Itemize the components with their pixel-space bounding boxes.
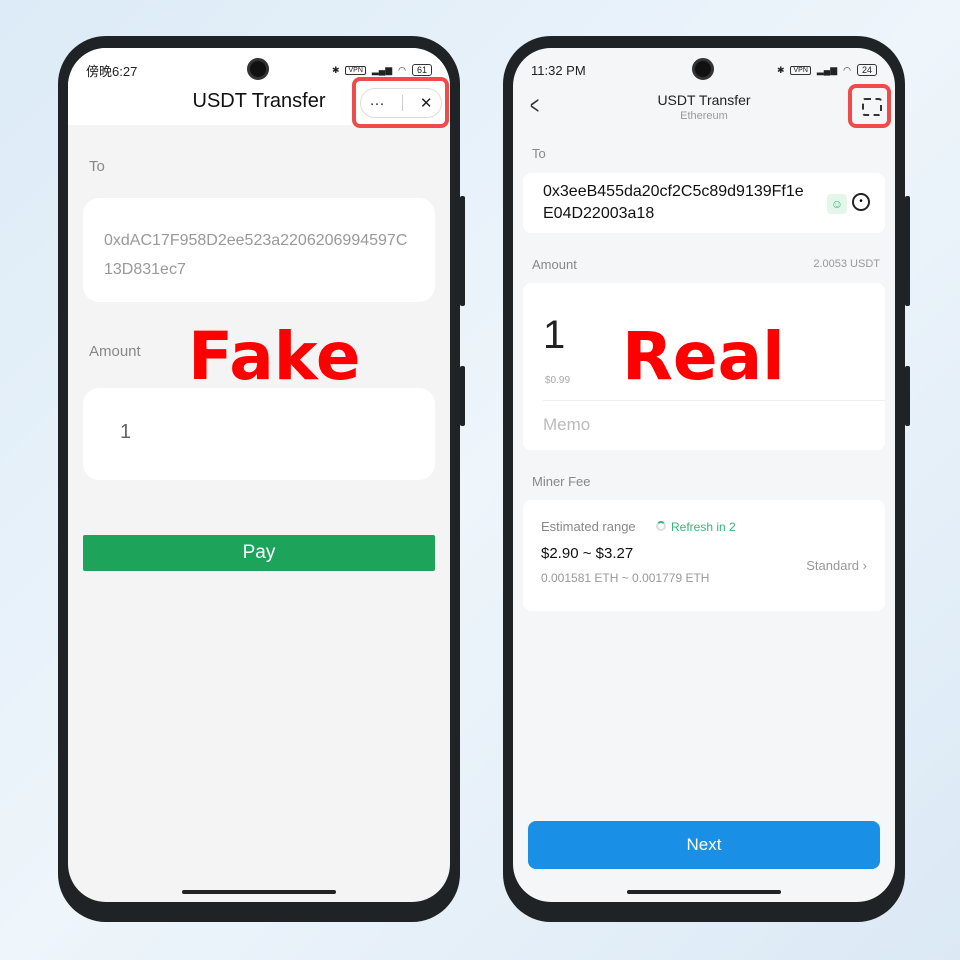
bluetooth-icon: ✱: [776, 64, 785, 75]
fake-screen: 傍晚6:27 ✱ VPN ▂▄▆ ◠ 61 USDT Transfer ··· ✕ To …: [68, 48, 450, 902]
highlight-box: [848, 84, 891, 128]
real-phone: 11:32 PM ✱ VPN ▂▄▆ ◠ 24 < USDT Transfer Ethe…: [503, 36, 910, 922]
signal-icon: ▂▄▆: [816, 64, 838, 75]
wifi-icon: ◠: [843, 64, 851, 75]
refresh-countdown: Refresh in 2: [671, 520, 736, 534]
fee-eth: 0.001581 ETH ~ 0.001779 ETH: [541, 571, 710, 585]
home-indicator: [182, 890, 336, 894]
home-indicator: [627, 890, 781, 894]
memo-input[interactable]: Memo: [543, 415, 590, 435]
page-title: USDT Transfer: [657, 92, 751, 108]
pay-button[interactable]: Pay: [83, 535, 435, 571]
fake-label: Fake: [188, 318, 361, 395]
highlight-box: [352, 77, 449, 128]
address-field[interactable]: 0xdAC17F958D2ee523a2206206994597C13D831e…: [83, 198, 435, 302]
network-subtitle: Ethereum: [680, 110, 728, 122]
real-screen: 11:32 PM ✱ VPN ▂▄▆ ◠ 24 < USDT Transfer Ethe…: [513, 48, 895, 902]
miner-fee-label: Miner Fee: [532, 474, 591, 489]
account-icon[interactable]: •: [852, 193, 870, 211]
loading-spinner-icon: [656, 521, 666, 531]
status-bar: 11:32 PM ✱ VPN ▂▄▆ ◠ 24: [531, 60, 877, 80]
fake-phone: 傍晚6:27 ✱ VPN ▂▄▆ ◠ 61 USDT Transfer ··· ✕ To …: [58, 36, 465, 922]
fee-level-text: Standard: [806, 558, 860, 573]
fee-usd: $2.90 ~ $3.27: [541, 545, 634, 562]
amount-input[interactable]: 1: [543, 313, 565, 358]
amount-field[interactable]: 1: [83, 388, 435, 480]
wifi-icon: ◠: [398, 64, 406, 75]
vpn-icon: VPN: [790, 65, 811, 75]
battery: 61: [411, 64, 432, 76]
to-label: To: [532, 146, 546, 161]
signal-icon: ▂▄▆: [371, 64, 393, 75]
estimated-label: Estimated range: [541, 519, 636, 534]
chevron-right-icon: ›: [862, 558, 867, 573]
to-label: To: [89, 158, 105, 175]
amount-label: Amount: [532, 257, 577, 272]
real-label: Real: [622, 318, 785, 395]
address-text: 0x3eeB455da20cf2C5c89d9139Ff1eE04D22003a…: [543, 183, 804, 222]
fee-card[interactable]: Estimated range Refresh in 2 $2.90 ~ $3.…: [523, 500, 885, 611]
amount-usd: $0.99: [545, 375, 571, 386]
contact-icon[interactable]: ☺: [827, 194, 847, 214]
amount-label: Amount: [89, 343, 141, 360]
status-time: 傍晚6:27: [86, 63, 138, 79]
vpn-icon: VPN: [345, 65, 366, 75]
battery: 24: [856, 64, 877, 76]
fee-level[interactable]: Standard ›: [806, 558, 867, 573]
bluetooth-icon: ✱: [331, 64, 340, 75]
balance: 2.0053 USDT: [813, 258, 880, 270]
status-time: 11:32 PM: [531, 62, 586, 78]
address-field[interactable]: 0x3eeB455da20cf2C5c89d9139Ff1eE04D22003a…: [523, 173, 885, 233]
next-button[interactable]: Next: [528, 821, 880, 869]
